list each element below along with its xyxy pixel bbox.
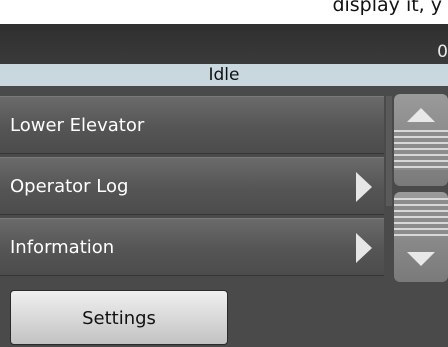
menu-item-information[interactable]: Information xyxy=(0,218,384,276)
menu-list: Lower Elevator Operator Log Information xyxy=(0,96,384,279)
menu-item-label: Lower Elevator xyxy=(10,115,145,136)
chevron-right-icon xyxy=(356,172,372,202)
menu-item-label: Operator Log xyxy=(10,176,129,197)
menu-item-label: Information xyxy=(10,237,115,258)
settings-button-label: Settings xyxy=(82,308,156,329)
scroll-up-button[interactable] xyxy=(394,94,448,186)
status-text: Idle xyxy=(208,65,240,85)
status-bar: Idle xyxy=(0,64,448,86)
settings-button[interactable]: Settings xyxy=(10,290,228,345)
grip-lines-icon xyxy=(394,130,448,170)
document-fragment: display it, y xyxy=(0,0,448,24)
header-bar: 0 xyxy=(0,24,448,64)
scrollbar-track xyxy=(386,96,392,206)
arrow-up-icon xyxy=(407,108,435,122)
chevron-right-icon xyxy=(356,233,372,263)
grip-lines-icon xyxy=(394,198,448,238)
arrow-down-icon xyxy=(407,252,435,266)
menu-item-lower-elevator[interactable]: Lower Elevator xyxy=(0,96,384,154)
scroll-down-button[interactable] xyxy=(394,192,448,282)
page-counter: 0 xyxy=(437,42,448,62)
menu-item-operator-log[interactable]: Operator Log xyxy=(0,157,384,215)
clipped-document-text: display it, y xyxy=(332,0,442,16)
